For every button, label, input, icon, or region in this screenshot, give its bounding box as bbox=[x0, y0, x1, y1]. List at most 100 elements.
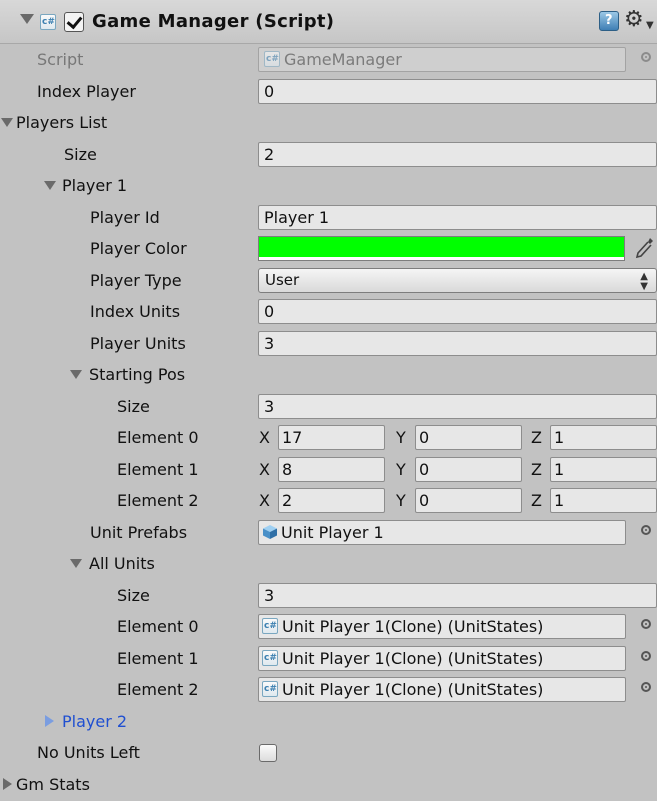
unit-reference-value: Unit Player 1(Clone) (UnitStates) bbox=[282, 649, 544, 668]
gm-stats-label[interactable]: Gm Stats bbox=[16, 775, 90, 794]
all-units-size-row: Size 3 bbox=[0, 580, 657, 612]
player-id-label: Player Id bbox=[90, 208, 160, 227]
y-input[interactable]: 0 bbox=[415, 457, 522, 482]
gear-icon[interactable]: ⚙ bbox=[624, 6, 644, 34]
starting-pos-foldout-arrow-icon[interactable] bbox=[70, 370, 82, 379]
player-color-row: Player Color bbox=[0, 233, 657, 265]
z-axis-label: Z bbox=[531, 428, 542, 447]
component-header: Game Manager (Script) ⚙ ▼ bbox=[0, 0, 657, 44]
player-type-dropdown[interactable]: User ▲ ▼ bbox=[258, 268, 657, 293]
script-label: Script bbox=[37, 50, 84, 69]
unit-reference-value: Unit Player 1(Clone) (UnitStates) bbox=[282, 680, 544, 699]
component-enabled-checkbox[interactable] bbox=[64, 12, 84, 32]
players-list-row[interactable]: Players List bbox=[0, 107, 657, 139]
no-units-left-checkbox[interactable] bbox=[259, 744, 277, 762]
y-input[interactable]: 0 bbox=[415, 425, 522, 450]
y-axis-label: Y bbox=[396, 491, 406, 510]
csharp-script-icon bbox=[40, 14, 56, 30]
unit-reference-field[interactable]: Unit Player 1(Clone) (UnitStates) bbox=[258, 614, 626, 639]
starting-pos-size-label: Size bbox=[117, 397, 150, 416]
index-units-input[interactable]: 0 bbox=[258, 299, 657, 324]
component-title: Game Manager (Script) bbox=[92, 11, 335, 32]
csharp-script-icon bbox=[262, 618, 278, 634]
element-label: Element 0 bbox=[117, 617, 199, 636]
object-picker-icon[interactable] bbox=[641, 619, 651, 629]
player-type-row: Player Type User ▲ ▼ bbox=[0, 265, 657, 297]
player-color-swatch[interactable] bbox=[258, 236, 625, 261]
player1-foldout-arrow-icon[interactable] bbox=[44, 181, 56, 190]
all-units-label[interactable]: All Units bbox=[89, 554, 155, 573]
script-field: GameManager bbox=[258, 47, 626, 72]
eyedropper-icon[interactable] bbox=[634, 236, 654, 260]
player-color-label: Player Color bbox=[90, 239, 187, 258]
unit-prefabs-value: Unit Player 1 bbox=[281, 523, 384, 542]
starting-pos-label[interactable]: Starting Pos bbox=[89, 365, 185, 384]
all-units-foldout-arrow-icon[interactable] bbox=[70, 559, 82, 568]
z-axis-label: Z bbox=[531, 491, 542, 510]
player1-label[interactable]: Player 1 bbox=[62, 176, 127, 195]
gm-stats-foldout-arrow-icon[interactable] bbox=[3, 778, 12, 790]
x-input[interactable]: 17 bbox=[278, 425, 385, 450]
z-input[interactable]: 1 bbox=[550, 457, 657, 482]
index-player-input[interactable]: 0 bbox=[258, 79, 657, 104]
player-units-row: Player Units 3 bbox=[0, 328, 657, 360]
players-list-size-row: Size 2 bbox=[0, 139, 657, 171]
player-id-input[interactable]: Player 1 bbox=[258, 205, 657, 230]
unit-prefabs-field[interactable]: Unit Player 1 bbox=[258, 520, 626, 545]
help-icon[interactable] bbox=[599, 11, 619, 31]
player-units-input[interactable]: 3 bbox=[258, 331, 657, 356]
z-input[interactable]: 1 bbox=[550, 425, 657, 450]
y-axis-label: Y bbox=[396, 460, 406, 479]
player-type-value: User bbox=[265, 271, 300, 289]
starting-pos-size-row: Size 3 bbox=[0, 391, 657, 423]
unit-reference-field[interactable]: Unit Player 1(Clone) (UnitStates) bbox=[258, 677, 626, 702]
gear-dropdown-caret-icon: ▼ bbox=[646, 20, 654, 31]
gm-stats-row[interactable]: Gm Stats bbox=[0, 769, 657, 801]
element-label: Element 0 bbox=[117, 428, 199, 447]
inspector-panel: Game Manager (Script) ⚙ ▼ Script GameMan… bbox=[0, 0, 657, 801]
component-foldout-arrow-icon[interactable] bbox=[20, 14, 34, 24]
starting-pos-row[interactable]: Starting Pos bbox=[0, 359, 657, 391]
y-axis-label: Y bbox=[396, 428, 406, 447]
x-axis-label: X bbox=[259, 491, 270, 510]
script-value: GameManager bbox=[284, 50, 402, 69]
z-axis-label: Z bbox=[531, 460, 542, 479]
players-list-size-input[interactable]: 2 bbox=[258, 142, 657, 167]
no-units-left-label: No Units Left bbox=[37, 743, 140, 762]
y-input[interactable]: 0 bbox=[415, 488, 522, 513]
x-axis-label: X bbox=[259, 428, 270, 447]
starting-pos-element-row: Element 1 X 8 Y 0 Z 1 bbox=[0, 454, 657, 486]
unit-reference-value: Unit Player 1(Clone) (UnitStates) bbox=[282, 617, 544, 636]
players-list-label[interactable]: Players List bbox=[16, 113, 107, 132]
all-units-row[interactable]: All Units bbox=[0, 548, 657, 580]
player2-label[interactable]: Player 2 bbox=[62, 712, 127, 731]
starting-pos-element-row: Element 2 X 2 Y 0 Z 1 bbox=[0, 485, 657, 517]
z-input[interactable]: 1 bbox=[550, 488, 657, 513]
prefab-cube-icon bbox=[263, 525, 277, 539]
all-units-size-input[interactable]: 3 bbox=[258, 583, 657, 608]
object-picker-icon[interactable] bbox=[641, 651, 651, 661]
player2-row[interactable]: Player 2 bbox=[0, 706, 657, 738]
object-picker-icon[interactable] bbox=[641, 682, 651, 692]
x-axis-label: X bbox=[259, 460, 270, 479]
csharp-script-icon bbox=[262, 650, 278, 666]
element-label: Element 1 bbox=[117, 649, 199, 668]
x-input[interactable]: 2 bbox=[278, 488, 385, 513]
object-picker-icon bbox=[641, 52, 651, 62]
object-picker-icon[interactable] bbox=[641, 525, 651, 535]
csharp-script-icon bbox=[262, 681, 278, 697]
element-label: Element 2 bbox=[117, 491, 199, 510]
index-player-label: Index Player bbox=[37, 82, 136, 101]
starting-pos-size-input[interactable]: 3 bbox=[258, 394, 657, 419]
x-input[interactable]: 8 bbox=[278, 457, 385, 482]
index-player-row: Index Player 0 bbox=[0, 76, 657, 108]
index-units-label: Index Units bbox=[90, 302, 181, 321]
csharp-script-icon bbox=[264, 51, 280, 67]
starting-pos-element-row: Element 0 X 17 Y 0 Z 1 bbox=[0, 422, 657, 454]
player1-row[interactable]: Player 1 bbox=[0, 170, 657, 202]
players-list-foldout-arrow-icon[interactable] bbox=[1, 118, 13, 127]
player2-foldout-arrow-icon[interactable] bbox=[45, 715, 54, 727]
player-units-label: Player Units bbox=[90, 334, 186, 353]
unit-reference-field[interactable]: Unit Player 1(Clone) (UnitStates) bbox=[258, 646, 626, 671]
all-units-element-row: Element 2 Unit Player 1(Clone) (UnitStat… bbox=[0, 674, 657, 706]
